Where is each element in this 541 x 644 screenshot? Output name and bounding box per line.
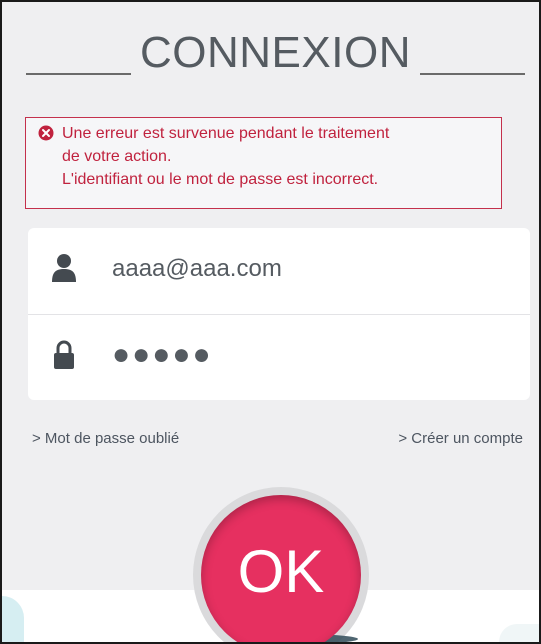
page-title: CONNEXION: [140, 28, 411, 77]
decorative-tint-right: [499, 624, 539, 642]
error-line-1: Une erreur est survenue pendant le trait…: [62, 125, 390, 142]
ok-button-label: OK: [237, 538, 325, 605]
error-line-2: de votre action.: [62, 148, 172, 165]
password-field[interactable]: ●●●●●: [28, 314, 530, 400]
forgot-password-link[interactable]: > Mot de passe oublié: [32, 430, 179, 447]
login-fields: aaaa@aaa.com ●●●●●: [28, 228, 530, 400]
error-line-3: L'identifiant ou le mot de passe est inc…: [62, 171, 379, 188]
error-circle-icon: [38, 125, 54, 141]
error-message-box: Une erreur est survenue pendant le trait…: [25, 117, 502, 209]
username-field[interactable]: aaaa@aaa.com: [28, 228, 530, 314]
title-block: CONNEXION: [26, 24, 525, 84]
username-value: aaaa@aaa.com: [112, 255, 282, 282]
lock-icon: [54, 340, 74, 369]
title-line-right: [420, 73, 525, 75]
decorative-tint-left: [2, 596, 24, 642]
user-icon: [52, 254, 76, 282]
login-panel: CONNEXION Une erreur est survenue pendan…: [0, 0, 541, 644]
create-account-link[interactable]: > Créer un compte: [398, 430, 523, 447]
ok-button[interactable]: OK: [201, 495, 361, 642]
password-value: ●●●●●: [112, 338, 213, 371]
